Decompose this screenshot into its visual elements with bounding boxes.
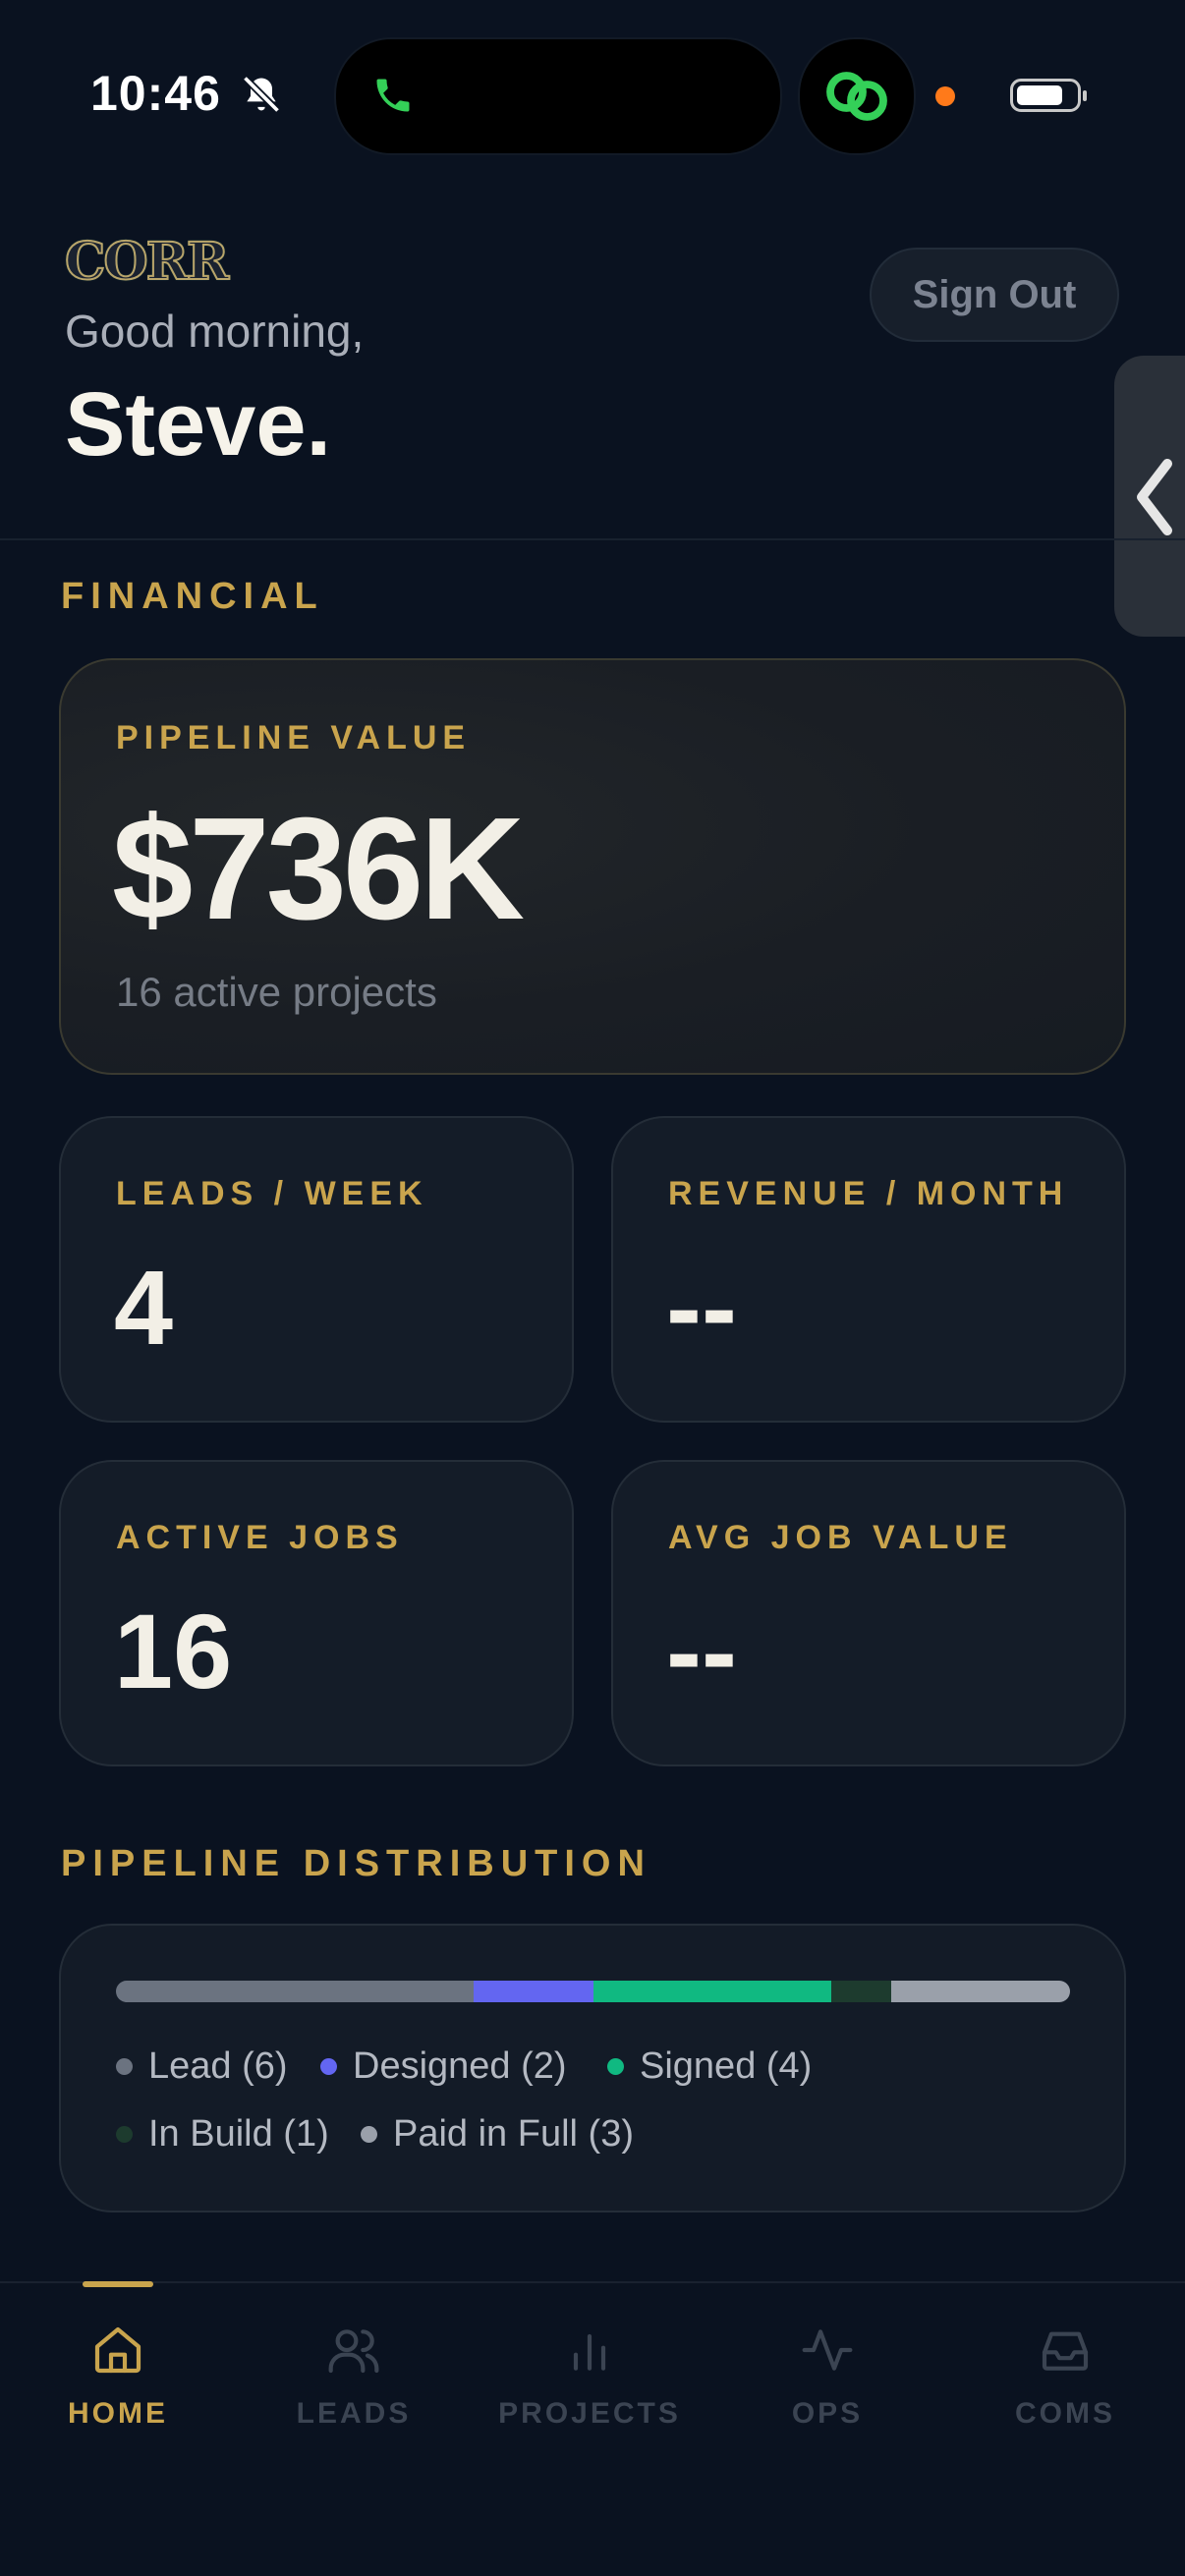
nav-divider: [0, 2281, 1185, 2283]
section-title-distribution: PIPELINE DISTRIBUTION: [61, 1843, 651, 1884]
greeting: Good morning,: [65, 306, 365, 357]
nav-item-ops[interactable]: OPS: [729, 2323, 926, 2431]
link-icon: [826, 72, 887, 121]
home-icon: [94, 2326, 141, 2374]
nav-label: LEADS: [296, 2397, 412, 2430]
activity-icon: [802, 2329, 853, 2371]
stat-card-avg-job-value[interactable]: AVG JOB VALUE --: [611, 1460, 1126, 1766]
distribution-segment-designed: [474, 1981, 593, 2002]
legend-dot: [607, 2058, 624, 2075]
nav-item-coms[interactable]: COMS: [967, 2323, 1163, 2431]
distribution-segment-paid-in-full: [890, 1981, 1070, 2002]
legend-item-paid-in-full: Paid in Full (3): [361, 2113, 634, 2156]
stat-card-active-jobs[interactable]: ACTIVE JOBS 16: [59, 1460, 574, 1766]
distribution-segment-lead: [116, 1981, 475, 2002]
stat-value: 4: [114, 1248, 174, 1367]
legend-item-designed: Designed (2): [320, 2045, 567, 2088]
live-activity-pill[interactable]: [798, 37, 916, 155]
nav-active-indicator: [83, 2281, 153, 2287]
legend-dot: [361, 2126, 377, 2143]
stat-value: --: [666, 1592, 737, 1710]
users-icon: [328, 2329, 379, 2374]
nav-item-leads[interactable]: LEADS: [255, 2323, 452, 2431]
legend-item-in-build: In Build (1): [116, 2113, 329, 2156]
legend-dot: [116, 2126, 133, 2143]
legend-item-signed: Signed (4): [607, 2045, 812, 2088]
card-label: AVG JOB VALUE: [668, 1519, 1013, 1556]
pipeline-value-card[interactable]: PIPELINE VALUE $736K 16 active projects: [59, 658, 1126, 1075]
legend-item-lead: Lead (6): [116, 2045, 288, 2088]
side-drawer-handle[interactable]: [1114, 356, 1185, 637]
bell-muted-icon: [242, 75, 281, 114]
distribution-bar: [116, 1981, 1070, 2002]
card-label: REVENUE / MONTH: [668, 1175, 1069, 1212]
legend-dot: [116, 2058, 133, 2075]
header-divider: [0, 538, 1185, 540]
stat-value: --: [666, 1248, 737, 1367]
nav-item-home[interactable]: HOME: [20, 2323, 216, 2431]
nav-label: OPS: [791, 2397, 864, 2430]
battery-icon: [1010, 79, 1087, 112]
chevron-left-icon: [1137, 459, 1172, 535]
nav-label: HOME: [68, 2397, 168, 2430]
user-name: Steve.: [65, 374, 332, 475]
bar-chart-icon: [573, 2333, 606, 2371]
pipeline-value: $736K: [112, 788, 525, 950]
distribution-segment-in-build: [831, 1981, 891, 2002]
status-time: 10:46: [90, 66, 221, 121]
pipeline-subtitle: 16 active projects: [116, 969, 437, 1015]
stat-card-revenue-month[interactable]: REVENUE / MONTH --: [611, 1116, 1126, 1423]
card-label: LEADS / WEEK: [116, 1175, 428, 1212]
nav-label: COMS: [1015, 2397, 1115, 2430]
logo: CORR: [64, 231, 230, 293]
section-title-financial: FINANCIAL: [61, 576, 324, 617]
nav-item-projects[interactable]: PROJECTS: [491, 2323, 688, 2431]
inbox-icon: [1042, 2331, 1089, 2371]
distribution-segment-signed: [592, 1981, 832, 2002]
nav-label: PROJECTS: [498, 2397, 681, 2430]
phone-icon: [376, 79, 410, 112]
card-label: PIPELINE VALUE: [116, 719, 472, 756]
stat-value: 16: [114, 1592, 233, 1710]
legend-dot: [320, 2058, 337, 2075]
sign-out-button[interactable]: Sign Out: [870, 248, 1119, 342]
privacy-indicator: [935, 86, 955, 106]
dynamic-island[interactable]: [334, 37, 782, 155]
card-label: ACTIVE JOBS: [116, 1519, 404, 1556]
stat-card-leads-week[interactable]: LEADS / WEEK 4: [59, 1116, 574, 1423]
